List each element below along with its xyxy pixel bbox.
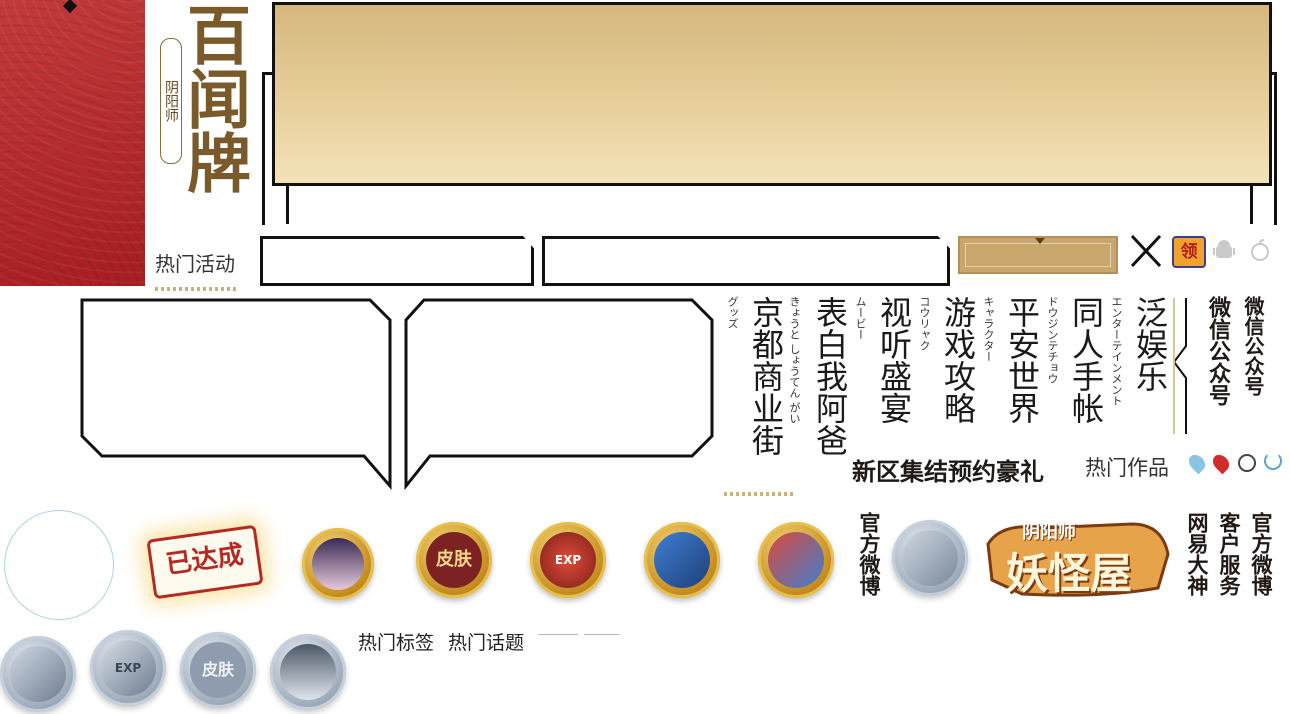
exp-reward-icon[interactable]: EXP [530, 522, 606, 598]
arrow-right-icon [538, 634, 578, 635]
bundle-gray-icon[interactable] [0, 636, 76, 712]
activity-tab-1[interactable] [260, 236, 534, 286]
game-logo-seal: 阴阳师 [160, 38, 182, 164]
menu-game-guide-kana: コウリャク [918, 296, 931, 351]
menu-confession[interactable]: 表白我阿爸 [810, 296, 849, 456]
avatar-gray-icon[interactable] [270, 634, 346, 710]
user-icon[interactable] [1238, 454, 1256, 472]
refresh-icon[interactable] [1264, 452, 1282, 470]
new-server-promo[interactable]: 新区集结预约豪礼 [852, 452, 1044, 487]
menu-game-guide[interactable]: 游戏攻略 [938, 296, 977, 424]
speech-bubble-frames [80, 298, 714, 491]
netease-dashen-link[interactable]: 网易大神 [1185, 512, 1208, 596]
gold-tab-inner-border [965, 243, 1111, 267]
hot-activity-label[interactable]: 热门活动 [155, 248, 239, 291]
triangle-marker-icon [1035, 238, 1045, 244]
main-banner[interactable] [272, 2, 1272, 186]
android-icon[interactable] [1212, 238, 1236, 262]
menu-doujin[interactable]: 同人手帐 [1066, 296, 1105, 424]
menu-doujin-kana: ドウジンテチョウ [1046, 296, 1059, 384]
bundle-art [768, 532, 824, 588]
menu-goods-kana: グッズ [726, 296, 739, 329]
shikigami-avatar-icon[interactable] [302, 528, 374, 600]
red-pin-icon[interactable] [1209, 451, 1233, 475]
empty-ring-frame [4, 510, 114, 620]
menu-divider-bracket [1172, 298, 1187, 434]
avatar-portrait [312, 538, 364, 590]
menu-entertainment[interactable]: 泛娱乐 [1130, 296, 1169, 392]
gift-redeem-icon[interactable]: 领 [1172, 236, 1206, 268]
menu-audiovisual-kana: ムービー [854, 296, 867, 340]
customer-service-link[interactable]: 客户服务 [1217, 512, 1240, 596]
menu-entertainment-kana: エンターテインメント [1110, 296, 1123, 406]
ticket-reward-icon[interactable] [644, 522, 720, 598]
skin-gray-label: 皮肤 [190, 642, 246, 698]
wechat-official-big[interactable]: 微信公众号 [1205, 296, 1231, 406]
bundle-gray-art [10, 646, 66, 702]
skin-gray-icon[interactable]: 皮肤 [180, 632, 256, 708]
hot-activity-text: 热门活动 [155, 254, 235, 276]
activity-tab-2[interactable] [542, 236, 950, 286]
skin-reward-icon[interactable]: 皮肤 [416, 522, 492, 598]
wavy-underline [155, 287, 239, 291]
completed-stamp: 已达成 [146, 524, 264, 600]
avatar-gray-portrait [280, 644, 336, 700]
yaoguai-house-logo[interactable]: 阴阳师 妖怪屋 [982, 514, 1172, 600]
hot-topics-label[interactable]: 热门话题 [448, 628, 524, 655]
location-pin-icon[interactable] [1185, 451, 1209, 475]
hot-tags-label[interactable]: 热门标签 [358, 628, 434, 655]
official-weibo-link[interactable]: 官方微博 [1249, 512, 1272, 596]
apple-icon[interactable] [1248, 238, 1272, 262]
yaoguai-logo-main: 妖怪屋 [1006, 550, 1133, 597]
ticket-gray-icon[interactable] [892, 520, 968, 596]
bundle-reward-icon[interactable] [758, 522, 834, 598]
menu-kyoto-shop[interactable]: 京都商业街 [746, 296, 785, 456]
exp-gray-icon[interactable]: EXP [90, 630, 166, 706]
game-logo-title: 百闻牌 [176, 2, 251, 194]
menu-heian-world-kana: キャラクター [982, 296, 995, 362]
menu-audiovisual[interactable]: 视听盛宴 [874, 296, 913, 424]
official-weibo-vertical[interactable]: 官方微博 [857, 512, 880, 596]
arrow-left-icon [584, 634, 620, 635]
wavy-underline [724, 492, 796, 496]
gold-activity-tab[interactable] [958, 236, 1118, 274]
wechat-official-small[interactable]: 微信公众号 [1241, 296, 1265, 396]
menu-kyoto-shop-kana: きょうと しょうてん がい [788, 296, 801, 424]
ticket-art [654, 532, 710, 588]
hot-works-label[interactable]: 热门作品 [1085, 452, 1169, 482]
exp-gray-label: EXP [100, 640, 156, 696]
skin-label: 皮肤 [426, 532, 482, 588]
red-texture-panel [0, 0, 145, 286]
menu-heian-world[interactable]: 平安世界 [1002, 296, 1041, 424]
close-icon[interactable] [1130, 234, 1162, 268]
exp-label: EXP [540, 532, 596, 588]
banner-left-post [286, 180, 289, 224]
banner-right-post [1250, 180, 1253, 224]
ticket-gray-art [902, 530, 958, 586]
